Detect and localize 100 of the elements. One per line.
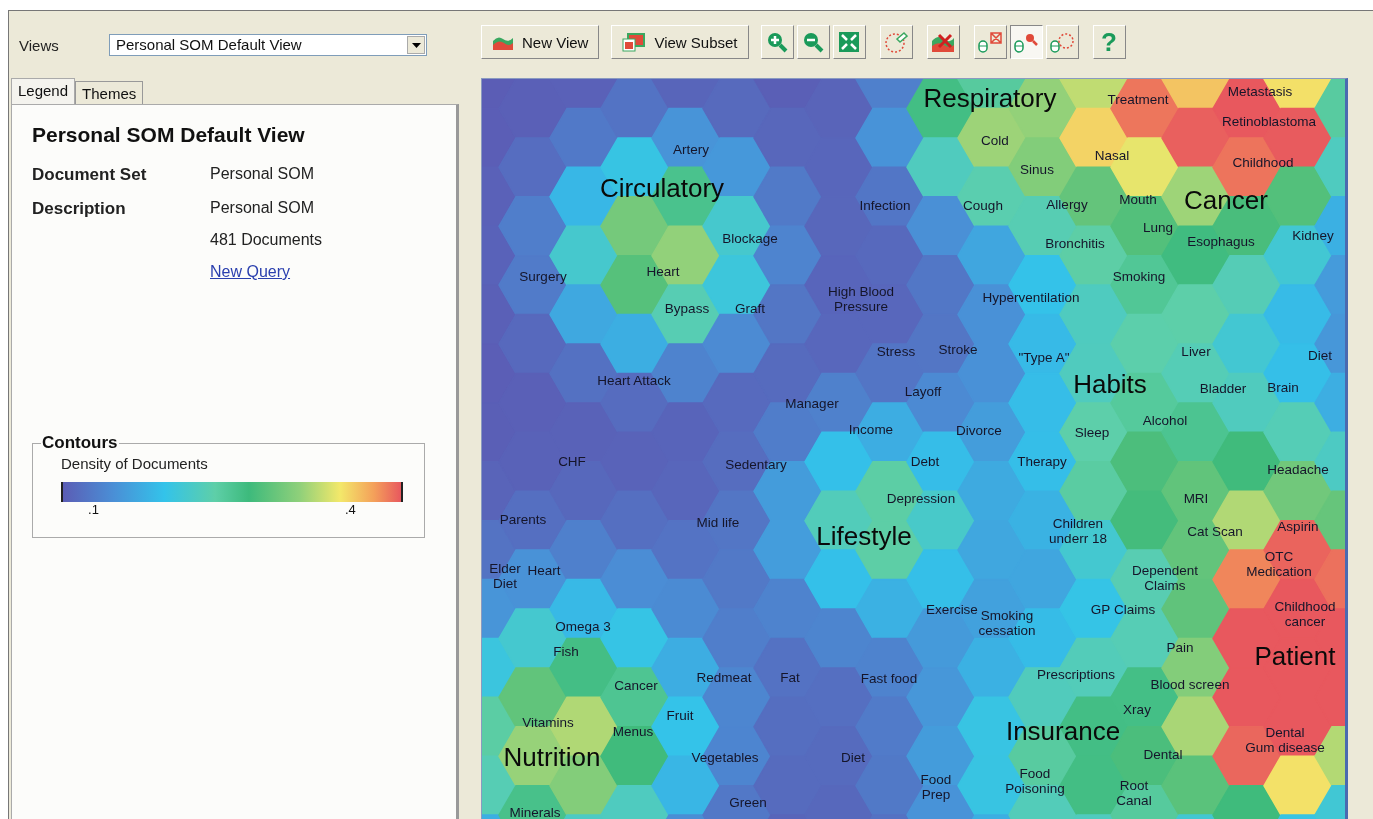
theme-label: Patient [1254,641,1336,671]
views-dropdown[interactable]: Personal SOM Default View [109,34,427,56]
term-label: Heart Attack [597,372,671,388]
lasso-button[interactable] [879,25,913,59]
theme-label: Nutrition [503,742,601,772]
zoom-in-button[interactable] [760,25,794,59]
term-label: Divorce [956,422,1002,438]
field-value: Personal SOM [210,199,316,217]
term-label: CHF [558,453,586,469]
term-label: Omega 3 [555,618,611,634]
term-label: Bronchitis [1045,235,1105,251]
term-label: Redmeat [696,669,752,685]
term-label: Hyperventilation [982,289,1080,305]
contours-title: Contours [41,433,119,453]
term-label: Sedentary [725,456,787,472]
term-label: Smoking cessation [978,608,1036,638]
term-label: Kidney [1292,227,1334,243]
term-label: Stress [876,343,916,359]
term-label: Mid life [696,514,740,530]
zoom-out-icon [802,31,825,53]
term-label: MRI [1183,490,1209,506]
term-label: Pain [1166,639,1194,655]
field-value: Personal SOM [210,165,316,183]
new-query-link[interactable]: New Query [210,263,291,281]
term-label: Therapy [1017,453,1067,469]
term-label: Blockage [722,230,778,246]
zoom-in-icon [766,31,789,53]
term-label: Stroke [938,341,978,357]
tab[interactable]: Legend [11,78,76,104]
term-label: Liver [1181,343,1211,359]
term-label: Prescriptions [1037,666,1115,682]
term-label: Smoking [1112,268,1166,284]
term-label: Esophagus [1187,233,1255,249]
term-label: Alcohol [1142,412,1188,428]
term-label: Xray [1123,701,1151,717]
term-label: Nasal [1094,147,1130,163]
theme-label: Habits [1073,369,1147,399]
mouse-zoom-icon [1013,31,1040,53]
lasso-icon [884,30,909,54]
term-label: Surgery [519,268,567,284]
term-label: Fast food [860,670,918,686]
term-label: Dependent Claims [1131,563,1199,593]
term-label: Allergy [1046,196,1088,212]
theme-label: Lifestyle [816,521,912,551]
mode-zoom-button[interactable] [1009,25,1043,59]
term-label: Treatment [1107,91,1169,107]
theme-label: Insurance [1005,716,1121,746]
views-label: Views [19,36,60,54]
term-label: Manager [785,395,839,411]
term-label: Cat Scan [1187,523,1243,539]
term-label: Cough [963,197,1003,213]
mouse-expand-icon [977,31,1004,53]
term-label: Green [729,794,767,810]
term-label: Menus [612,723,654,739]
term-label: Retinoblastoma [1222,113,1316,129]
term-label: Parents [499,511,547,527]
view-subset-button[interactable]: View Subset [611,25,749,59]
term-label: Diet [1308,347,1332,363]
scale-tick-label: .1 [88,502,99,517]
term-label: Debt [910,453,940,469]
delete-button[interactable] [926,25,960,59]
term-label: Layoff [904,383,942,399]
tab[interactable]: Themes [75,81,144,104]
scale-tick-label: .4 [344,502,356,517]
view-title: Personal SOM Default View [32,123,306,147]
term-label: Aspirin [1277,518,1319,534]
term-label: Sinus [1020,161,1054,177]
term-label: Fish [553,643,579,659]
term-label: Heart [527,562,561,578]
term-label: Children underr 18 [1049,516,1107,546]
term-label: Food Poisoning [1005,766,1065,796]
term-label: Graft [735,300,765,316]
term-label: Dental [1143,746,1183,762]
zoom-out-button[interactable] [796,25,830,59]
term-label: Vitamins [522,714,574,730]
term-label: Headache [1267,461,1329,477]
term-label: Diet [841,749,865,765]
term-label: Infection [859,197,911,213]
mouse-select-icon [1049,31,1076,53]
term-label: Sleep [1074,424,1110,440]
term-label: Root Canal [1116,778,1152,808]
term-label: GP Claims [1090,601,1156,617]
scale-caption: Density of Documents [61,455,209,472]
new-view-button[interactable]: New View [481,25,600,59]
term-label: Vegetables [691,749,759,765]
term-label: Brain [1267,379,1299,395]
term-label: High Blood Pressure [828,284,894,314]
mode-select-button[interactable] [1045,25,1079,59]
term-label: Artery [673,141,709,157]
theme-label: Circulatory [599,173,725,203]
term-label: Exercise [926,601,978,617]
term-label: Childhood [1232,154,1294,170]
fit-button[interactable] [832,25,866,59]
term-label: Heart [646,263,680,279]
mode-expand-button[interactable] [973,25,1007,59]
term-label: Fat [780,669,800,685]
term-label: OTC Medication [1246,549,1312,579]
theme-label: Cancer [1184,185,1268,215]
term-label: Cold [981,132,1009,148]
theme-label: Respiratory [923,83,1057,113]
